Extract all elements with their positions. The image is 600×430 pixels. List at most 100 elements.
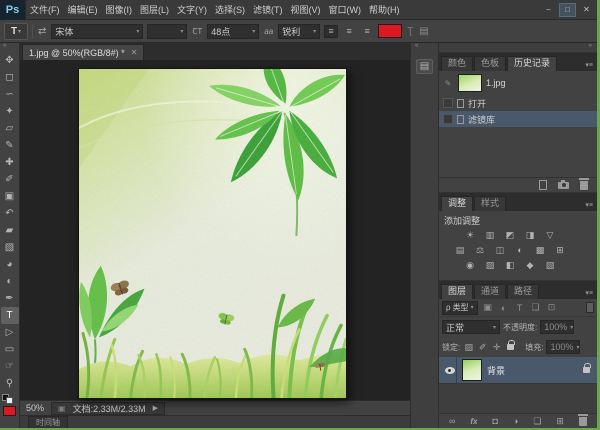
lock-position-icon[interactable]: ✛: [491, 342, 502, 353]
clone-stamp-tool[interactable]: ▣: [1, 188, 19, 205]
exposure-icon[interactable]: ◨: [522, 228, 538, 242]
filter-pixel-layers-icon[interactable]: ▣: [482, 302, 494, 313]
lock-all-icon[interactable]: [507, 344, 514, 350]
menu-select[interactable]: 选择(S): [211, 0, 249, 19]
text-orientation-icon[interactable]: ⇄: [37, 26, 47, 37]
type-tool-preset-button[interactable]: T ▾: [4, 23, 28, 40]
status-arrow-icon[interactable]: ▶: [153, 404, 158, 412]
tab-history[interactable]: 历史记录: [507, 56, 557, 71]
color-balance-icon[interactable]: ⚖: [472, 243, 488, 257]
filter-shape-layers-icon[interactable]: ❏: [530, 302, 542, 313]
vibrance-icon[interactable]: ▽: [542, 228, 558, 242]
type-tool[interactable]: T: [1, 307, 19, 324]
font-family-select[interactable]: 宋体 ▾: [51, 24, 143, 39]
layer-filter-type-select[interactable]: ρ 类型 ▾: [442, 301, 478, 315]
tab-adjustments[interactable]: 调整: [441, 196, 473, 211]
healing-brush-tool[interactable]: ✚: [1, 154, 19, 171]
posterize-icon[interactable]: ▨: [482, 258, 498, 272]
eyedropper-tool[interactable]: ✎: [1, 137, 19, 154]
menu-edit[interactable]: 编辑(E): [64, 0, 102, 19]
history-brush-tool[interactable]: ↶: [1, 205, 19, 222]
lasso-tool[interactable]: ∽: [1, 86, 19, 103]
tab-paths[interactable]: 路径: [507, 284, 539, 299]
link-layers-icon[interactable]: ∞: [449, 416, 455, 426]
quick-select-tool[interactable]: ✦: [1, 103, 19, 120]
history-step-filter-gallery[interactable]: 滤镜库: [439, 111, 597, 127]
brush-tool[interactable]: ✐: [1, 171, 19, 188]
lock-transparent-icon[interactable]: ▨: [463, 342, 474, 353]
menu-file[interactable]: 文件(F): [26, 0, 64, 19]
color-lookup-icon[interactable]: ⊞: [552, 243, 568, 257]
timeline-tab[interactable]: 时间轴: [28, 416, 68, 428]
zoom-level[interactable]: 50%: [26, 403, 44, 413]
menu-image[interactable]: 图像(I): [102, 0, 137, 19]
font-style-select[interactable]: ▾: [147, 24, 187, 39]
photo-filter-icon[interactable]: ◐: [512, 243, 528, 257]
text-color-swatch[interactable]: [378, 24, 402, 38]
channel-mixer-icon[interactable]: ▩: [532, 243, 548, 257]
visibility-eye-icon[interactable]: [445, 367, 455, 374]
selective-color-icon[interactable]: ◆: [522, 258, 538, 272]
layer-thumbnail[interactable]: [462, 359, 482, 381]
menu-view[interactable]: 视图(V): [287, 0, 325, 19]
delete-state-icon[interactable]: [580, 181, 588, 190]
zoom-tool[interactable]: ⚲: [1, 375, 19, 392]
lock-pixels-icon[interactable]: ✐: [477, 342, 488, 353]
menu-type[interactable]: 文字(Y): [173, 0, 211, 19]
path-select-tool[interactable]: ▷: [1, 324, 19, 341]
invert-icon[interactable]: ◉: [462, 258, 478, 272]
tab-color[interactable]: 颜色: [441, 56, 473, 71]
panel-menu-icon[interactable]: ▾≡: [585, 289, 597, 299]
new-group-icon[interactable]: ❏: [533, 416, 541, 427]
panel-menu-icon[interactable]: ▾≡: [585, 201, 597, 211]
pen-tool[interactable]: ✒: [1, 290, 19, 307]
collapse-dock-icon[interactable]: »: [589, 43, 592, 52]
libraries-panel-icon[interactable]: ▤: [416, 59, 433, 74]
collapse-tools-icon[interactable]: «: [0, 43, 6, 52]
character-panel-toggle-icon[interactable]: ▤: [418, 26, 429, 37]
new-snapshot-icon[interactable]: [558, 182, 569, 189]
add-layer-mask-icon[interactable]: ◘: [493, 416, 498, 426]
tab-channels[interactable]: 通道: [474, 284, 506, 299]
filter-smart-objects-icon[interactable]: ⊡: [546, 302, 558, 313]
document-info[interactable]: ▣ 文档:2.33M/2.33M ▶: [51, 402, 165, 415]
close-button[interactable]: ✕: [578, 3, 595, 17]
align-left-button[interactable]: ≡: [324, 25, 338, 38]
tab-swatches[interactable]: 色板: [474, 56, 506, 71]
hue-saturation-icon[interactable]: ▤: [452, 243, 468, 257]
levels-icon[interactable]: ▥: [482, 228, 498, 242]
hand-tool[interactable]: ☞: [1, 358, 19, 375]
panel-menu-icon[interactable]: ▾≡: [585, 61, 597, 71]
filter-type-layers-icon[interactable]: T: [514, 303, 526, 313]
expand-dock-icon[interactable]: «: [411, 43, 418, 52]
layer-style-fx-icon[interactable]: fx: [470, 417, 477, 426]
black-white-icon[interactable]: ◫: [492, 243, 508, 257]
anti-alias-select[interactable]: 锐利 ▾: [278, 24, 320, 39]
close-tab-icon[interactable]: ✕: [131, 48, 138, 57]
new-layer-icon[interactable]: ⊞: [556, 416, 564, 427]
align-right-button[interactable]: ≡: [360, 25, 374, 38]
maximize-button[interactable]: □: [559, 3, 576, 17]
crop-tool[interactable]: ▱: [1, 120, 19, 137]
blur-tool[interactable]: ◕: [1, 256, 19, 273]
switch-colors-icon[interactable]: [6, 397, 13, 404]
move-tool[interactable]: ✥: [1, 52, 19, 69]
history-source-checkbox[interactable]: [443, 114, 453, 124]
align-center-button[interactable]: ≡: [342, 25, 356, 38]
shape-tool[interactable]: ▭: [1, 341, 19, 358]
menu-help[interactable]: 帮助(H): [365, 0, 404, 19]
menu-layer[interactable]: 图层(L): [136, 0, 173, 19]
history-source-checkbox[interactable]: [443, 98, 453, 108]
document-tab[interactable]: 1.jpg @ 50%(RGB/8#) * ✕: [22, 44, 144, 60]
fill-select[interactable]: 100% ▾: [546, 340, 580, 354]
new-adjustment-layer-icon[interactable]: ◑: [513, 416, 518, 426]
menu-filter[interactable]: 滤镜(T): [249, 0, 287, 19]
minimize-button[interactable]: –: [540, 3, 557, 17]
warp-text-icon[interactable]: Ʈ: [406, 26, 414, 37]
dodge-tool[interactable]: ◐: [1, 273, 19, 290]
layer-filter-toggle[interactable]: [586, 302, 594, 313]
layer-row-background[interactable]: 背景: [439, 357, 597, 383]
brightness-contrast-icon[interactable]: ☀: [462, 228, 478, 242]
filter-adjustment-layers-icon[interactable]: ◐: [498, 303, 510, 313]
blend-mode-select[interactable]: 正常 ▾: [442, 320, 500, 334]
